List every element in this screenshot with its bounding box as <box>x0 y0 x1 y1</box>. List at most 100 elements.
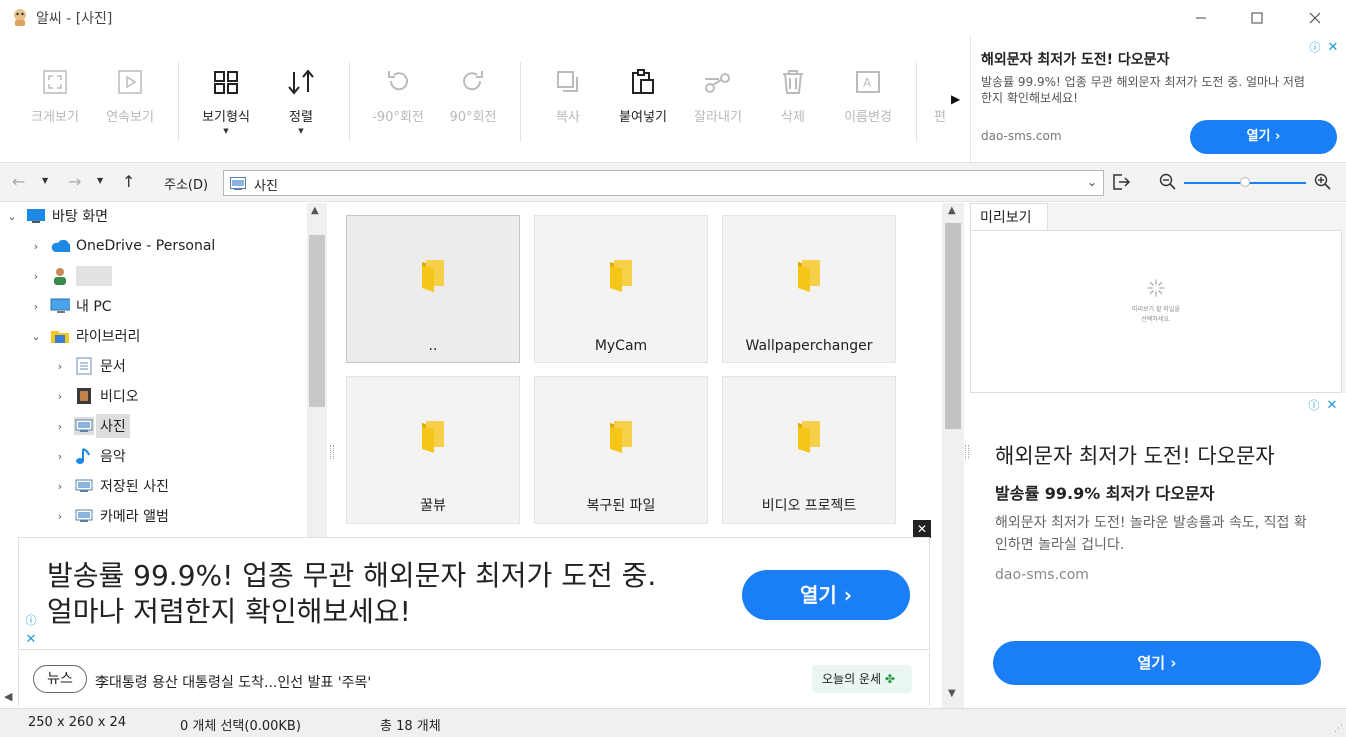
back-history-caret-icon[interactable]: ▼ <box>42 176 48 185</box>
file-grid-scrollbar[interactable]: ▲ ▼ <box>942 203 964 708</box>
zoom-slider-thumb[interactable] <box>1240 177 1250 187</box>
status-selection: 0 개체 선택(0.00KB) <box>180 719 301 734</box>
tree-item-music[interactable]: › 음악 <box>52 443 126 469</box>
scroll-left-icon[interactable]: ◀ <box>4 690 12 703</box>
rename-button[interactable]: A 이름변경 <box>830 64 906 134</box>
library-icon <box>51 331 69 343</box>
ad-open-button[interactable]: 열기 › <box>993 641 1321 685</box>
edit-button[interactable]: 편 <box>902 64 978 134</box>
scrollbar-thumb[interactable] <box>945 223 961 429</box>
back-arrow-icon[interactable]: ← <box>12 172 25 191</box>
sort-icon <box>288 69 314 95</box>
preview-hint-line: 선택하세요. <box>1141 316 1171 323</box>
tree-item-label: 문서 <box>100 359 126 375</box>
fortune-label: 오늘의 운세 <box>822 672 882 686</box>
tree-item-pictures[interactable]: › 사진 <box>52 413 130 439</box>
paste-button[interactable]: 붙여넣기 <box>605 64 681 134</box>
ad-close-icon[interactable]: ✕ <box>23 632 39 648</box>
rotate-left-button[interactable]: -90°회전 <box>360 64 436 134</box>
chevron-right-icon[interactable]: › <box>28 300 44 313</box>
music-icon <box>76 448 90 464</box>
scroll-up-icon[interactable]: ▲ <box>311 205 319 216</box>
folder-tile[interactable]: .. <box>346 215 520 363</box>
up-arrow-icon[interactable]: ↑ <box>122 172 135 191</box>
folder-tile[interactable]: Wallpaperchanger <box>722 215 896 363</box>
scrollbar-thumb[interactable] <box>309 235 325 407</box>
bottom-ad-banner[interactable]: 발송률 99.9%! 업종 무관 해외문자 최저가 도전 중. 얼마나 저렴한지… <box>18 537 930 650</box>
address-dropdown-icon[interactable]: ⌄ <box>1087 175 1097 189</box>
tree-item-documents[interactable]: › 문서 <box>52 353 126 379</box>
top-ad-banner[interactable]: 해외문자 최저가 도전! 다오문자 발송률 99.9%! 업종 무관 해외문자 … <box>970 36 1346 162</box>
maximize-button[interactable] <box>1228 0 1286 36</box>
tab-preview[interactable]: 미리보기 <box>970 203 1048 231</box>
folder-tile[interactable]: 꿀뷰 <box>346 376 520 524</box>
chevron-down-icon[interactable]: ⌄ <box>4 210 20 223</box>
tree-item-library[interactable]: ⌄ 라이브러리 <box>28 323 140 349</box>
news-ticker[interactable]: 뉴스 李대통령 용산 대통령실 도착...인선 발표 '주목' 오늘의 운세 ✤ <box>18 652 930 706</box>
chevron-right-icon[interactable]: › <box>52 450 68 463</box>
forward-history-caret-icon[interactable]: ▼ <box>97 176 103 185</box>
side-ad-banner[interactable]: ⓘ ✕ 해외문자 최저가 도전! 다오문자 발송률 99.9% 최저가 다오문자… <box>970 394 1346 706</box>
tree-item-label: 라이브러리 <box>76 329 141 345</box>
tree-item-onedrive[interactable]: › OneDrive - Personal <box>28 233 216 259</box>
zoom-in-icon[interactable] <box>1314 173 1332 191</box>
chevron-right-icon[interactable]: › <box>28 270 44 283</box>
folder-tile[interactable]: 복구된 파일 <box>534 376 708 524</box>
chevron-right-icon[interactable]: › <box>52 420 68 433</box>
ad-close-icon[interactable]: ✕ <box>1325 40 1341 56</box>
tree-item-camera-roll[interactable]: › 카메라 앨범 <box>52 503 169 529</box>
tree-item-desktop[interactable]: ⌄ 바탕 화면 <box>4 203 108 229</box>
adchoices-icon[interactable]: ⓘ <box>23 613 39 629</box>
chevron-right-icon[interactable]: › <box>52 390 68 403</box>
tree-item-user[interactable]: › <box>28 263 112 289</box>
scroll-up-icon[interactable]: ▲ <box>948 205 956 216</box>
forward-arrow-icon[interactable]: → <box>68 172 81 191</box>
status-image-size: 250 x 260 x 24 <box>28 715 127 730</box>
folder-name: Wallpaperchanger <box>745 338 873 354</box>
tree-item-videos[interactable]: › 비디오 <box>52 383 139 409</box>
user-icon <box>54 268 66 285</box>
toolbar-label: 복사 <box>556 110 580 125</box>
pane-splitter[interactable] <box>965 445 969 459</box>
chevron-right-icon[interactable]: › <box>52 480 68 493</box>
fortune-link[interactable]: 오늘의 운세 ✤ <box>812 665 912 693</box>
folder-tile[interactable]: 비디오 프로젝트 <box>722 376 896 524</box>
ad-close-icon[interactable]: ✕ <box>1324 398 1340 414</box>
adchoices-icon[interactable]: ⓘ <box>1306 398 1322 414</box>
close-button[interactable] <box>1286 0 1344 36</box>
resize-grip-icon[interactable]: ⋰ <box>1334 724 1343 734</box>
chevron-down-icon[interactable]: ⌄ <box>28 330 44 343</box>
tree-item-saved-pictures[interactable]: › 저장된 사진 <box>52 473 169 499</box>
address-input[interactable]: 사진 ⌄ <box>223 170 1104 196</box>
go-icon[interactable] <box>1112 173 1130 191</box>
chevron-right-icon[interactable]: › <box>52 510 68 523</box>
zoom-out-icon[interactable] <box>1159 173 1177 191</box>
chevron-right-icon[interactable]: › <box>52 360 68 373</box>
rotate-right-icon <box>463 71 483 91</box>
cloud-icon <box>51 239 70 252</box>
chevron-right-icon[interactable]: › <box>28 240 44 253</box>
tree-scrollbar[interactable]: ▲ <box>307 203 327 537</box>
toolbar-label: -90°회전 <box>372 110 424 125</box>
folder-tile[interactable]: MyCam <box>534 215 708 363</box>
ad-domain: dao-sms.com <box>981 129 1062 143</box>
ad-open-button[interactable]: 열기 › <box>742 570 910 620</box>
toolbar-more-icon[interactable]: ▶ <box>951 92 960 106</box>
bottom-ad-close-icon[interactable]: ✕ <box>913 520 931 538</box>
rotate-right-button[interactable]: 90°회전 <box>435 64 511 134</box>
copy-button[interactable]: 복사 <box>530 64 606 134</box>
fullscreen-button[interactable]: 크게보기 <box>17 64 93 134</box>
tree-item-label: 비디오 <box>100 389 139 405</box>
news-badge[interactable]: 뉴스 <box>33 665 87 693</box>
adchoices-icon[interactable]: ⓘ <box>1307 40 1323 56</box>
view-mode-button[interactable]: 보기형식 ▼ <box>188 64 264 135</box>
slideshow-button[interactable]: 연속보기 <box>92 64 168 134</box>
delete-button[interactable]: 삭제 <box>755 64 831 134</box>
scroll-down-icon[interactable]: ▼ <box>948 688 956 699</box>
news-headline[interactable]: 李대통령 용산 대통령실 도착...인선 발표 '주목' <box>95 672 371 692</box>
minimize-button[interactable] <box>1172 0 1230 36</box>
cut-button[interactable]: 잘라내기 <box>680 64 756 134</box>
ad-open-button[interactable]: 열기 › <box>1190 120 1337 154</box>
sort-button[interactable]: 정렬 ▼ <box>263 64 339 135</box>
tree-item-this-pc[interactable]: › 내 PC <box>28 293 112 319</box>
